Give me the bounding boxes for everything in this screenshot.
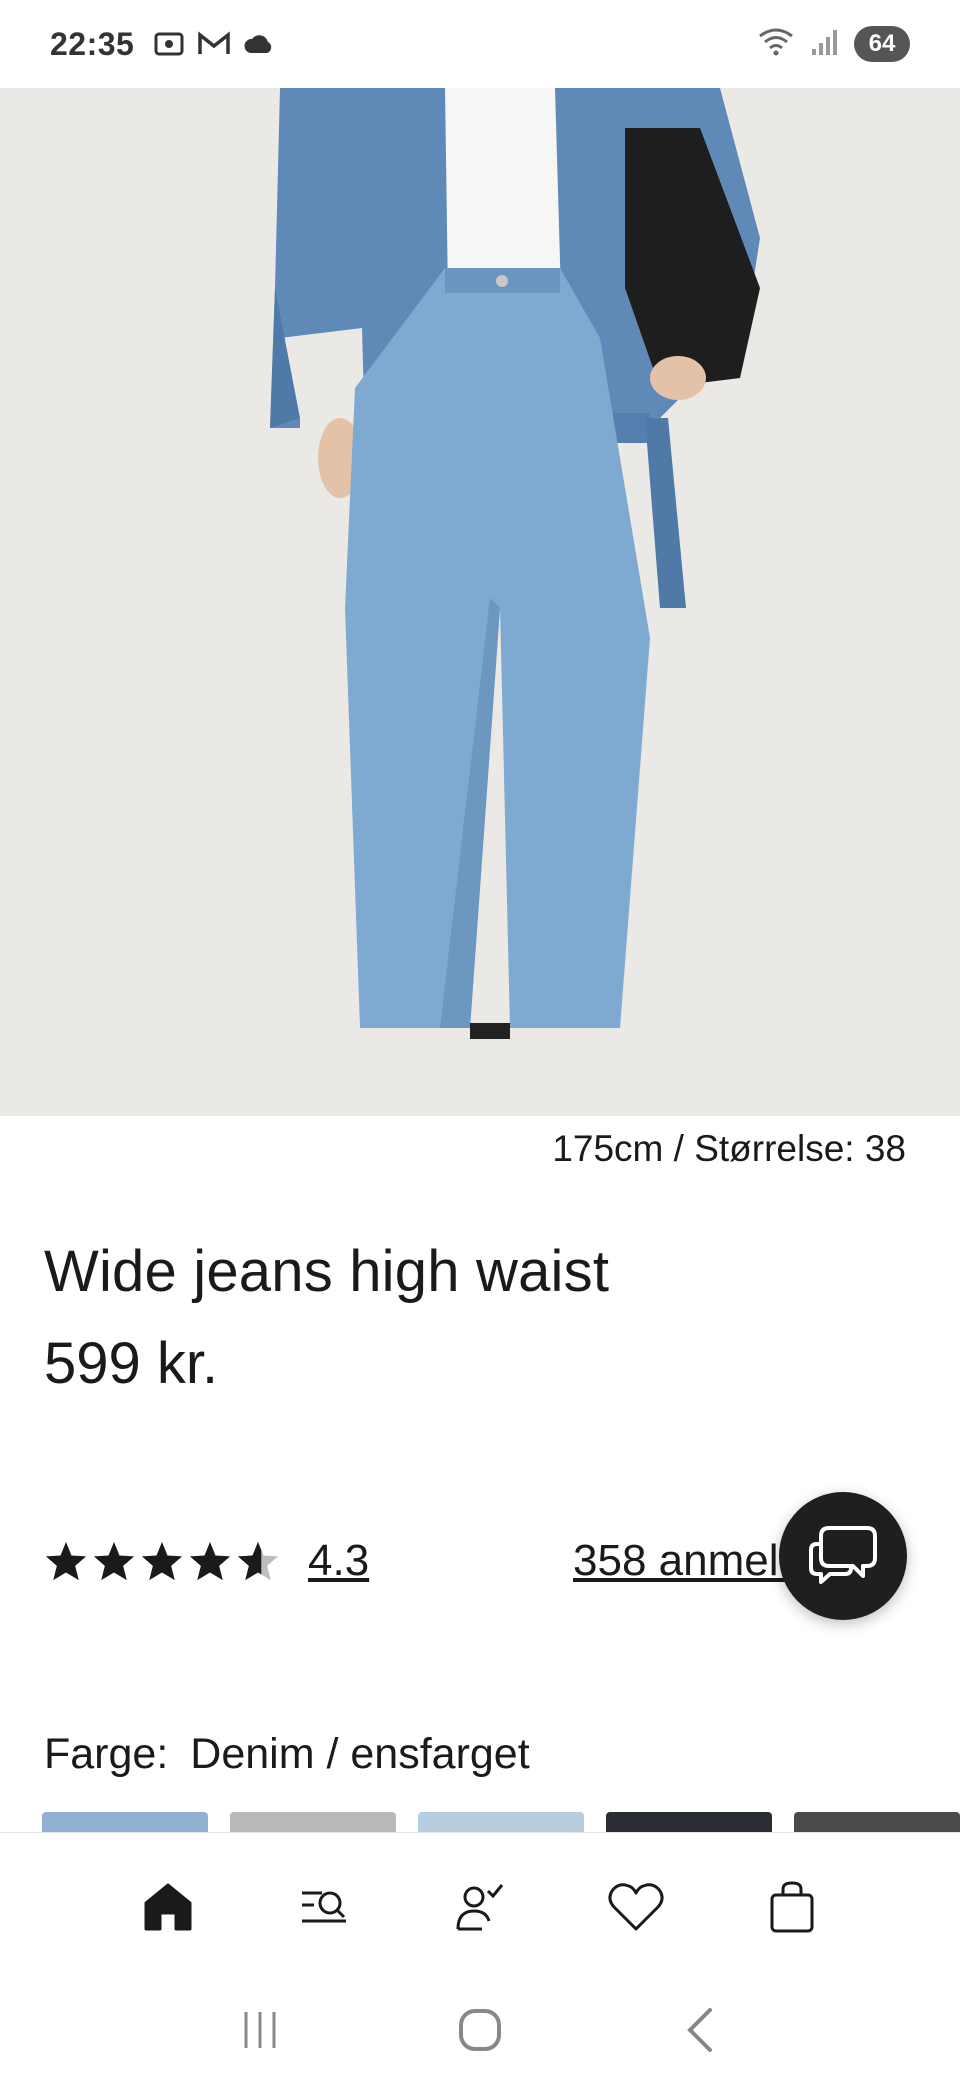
product-photo [0,88,960,1116]
recent-apps-button[interactable] [220,2000,300,2060]
gmail-icon [196,29,232,59]
model-size-info: 175cm / Størrelse: 38 [552,1128,906,1169]
back-icon [687,2008,712,2052]
nav-account[interactable] [440,1867,520,1947]
rating-value-link[interactable]: 4.3 [308,1536,369,1586]
chat-button[interactable] [779,1492,907,1620]
heart-icon [608,1882,664,1930]
status-time: 22:35 [50,25,135,62]
color-swatches [42,1812,960,1832]
color-label: Farge: [44,1730,169,1778]
color-swatch[interactable] [606,1812,772,1832]
color-swatch[interactable] [42,1812,208,1832]
color-selection-label: Farge: Denim / ensfarget [44,1730,530,1779]
nav-bag[interactable] [752,1867,832,1947]
product-image-carousel[interactable] [0,88,960,1116]
star-icon [141,1541,183,1581]
status-system-icons: 64 [756,26,910,63]
home-button-icon [459,2009,501,2051]
star-icon [189,1541,231,1581]
recent-apps-icon [244,2012,276,2048]
battery-indicator: 64 [854,26,910,62]
star-icon [93,1541,135,1581]
product-title: Wide jeans high waist [44,1239,610,1304]
wifi-icon [756,26,796,63]
half-star-icon [237,1541,279,1581]
home-icon [144,1883,192,1930]
cloud-icon [242,32,276,56]
chat-icon [809,1526,877,1584]
shopping-bag-icon [770,1880,814,1932]
product-price: 599 kr. [44,1331,219,1396]
signal-icon [810,27,840,62]
color-swatch[interactable] [418,1812,584,1832]
home-system-button[interactable] [440,2000,520,2060]
search-icon [302,1891,346,1922]
star-icon [45,1541,87,1581]
system-navigation-bar [0,1980,960,2080]
nav-home[interactable] [128,1867,208,1947]
color-swatch[interactable] [230,1812,396,1832]
status-bar: 22:35 64 [0,0,960,88]
back-button[interactable] [660,2000,740,2060]
rating-stars [44,1540,280,1582]
color-swatch[interactable] [794,1812,960,1832]
color-value: Denim / ensfarget [190,1730,530,1778]
rating-row: 4.3 [44,1536,369,1586]
account-icon [456,1883,504,1930]
nav-wishlist[interactable] [596,1867,676,1947]
status-notification-icons [152,29,276,59]
nav-search[interactable] [284,1867,364,1947]
screenshot-icon [152,29,186,59]
bottom-navigation [0,1832,960,1980]
